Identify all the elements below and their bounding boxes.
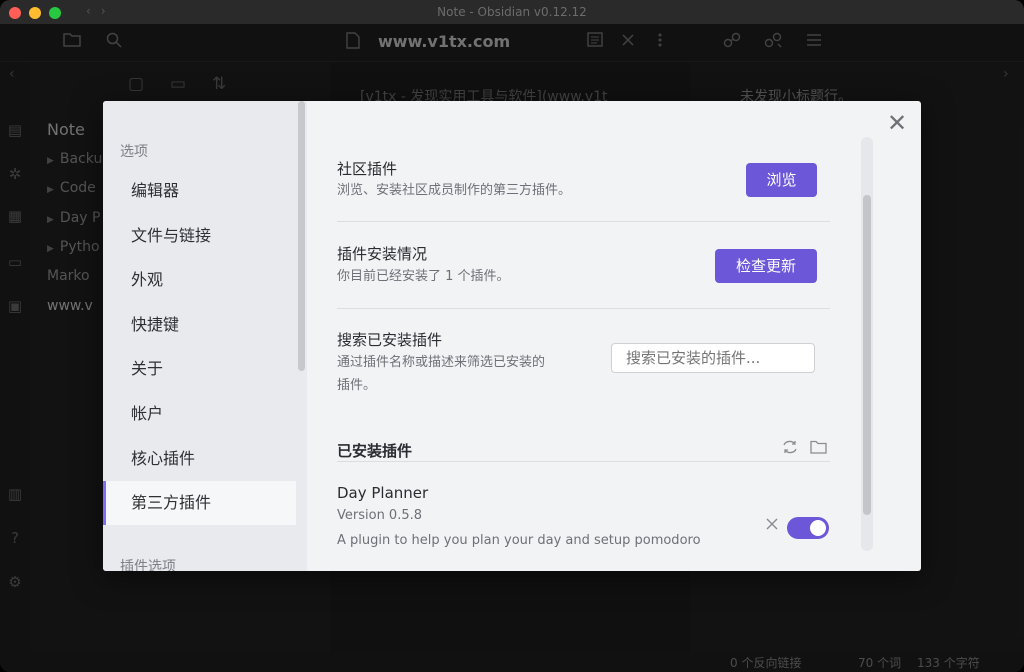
setting-name: 搜索已安装插件 (337, 331, 443, 349)
setting-description-cont: 插件。 (337, 378, 377, 393)
settings-tab-community-plugins[interactable]: 第三方插件 (103, 481, 296, 525)
content-scrollbar[interactable] (861, 137, 873, 551)
setting-description: 浏览、安装社区成员制作的第三方插件。 (337, 183, 572, 198)
setting-name: 插件安装情况 (337, 245, 428, 263)
content-scroll-thumb[interactable] (863, 195, 871, 515)
settings-tab-account[interactable]: 帐户 (103, 392, 296, 436)
toggle-knob (810, 520, 826, 536)
uninstall-plugin-icon[interactable] (764, 515, 780, 535)
setting-community-plugins: 社区插件 浏览、安装社区成员制作的第三方插件。 浏览 (337, 145, 830, 222)
close-modal-button[interactable]: ✕ (885, 109, 909, 137)
options-heading: 选项 (120, 144, 148, 160)
settings-modal: 选项 编辑器 文件与链接 外观 快捷键 关于 帐户 核心插件 第三方插件 插件选… (103, 101, 921, 571)
sidebar-scrollbar[interactable] (296, 101, 307, 571)
settings-tab-hotkeys[interactable]: 快捷键 (103, 303, 296, 347)
search-installed-plugins-input[interactable] (611, 343, 815, 373)
sidebar-scroll-thumb[interactable] (298, 101, 305, 371)
title-bar: ‹› Note - Obsidian v0.12.12 (0, 0, 1024, 24)
browse-button[interactable]: 浏览 (746, 163, 817, 197)
settings-sidebar: 选项 编辑器 文件与链接 外观 快捷键 关于 帐户 核心插件 第三方插件 插件选… (103, 101, 307, 571)
settings-tab-appearance[interactable]: 外观 (103, 258, 296, 302)
plugin-name: Day Planner (337, 484, 429, 502)
section-divider (337, 461, 830, 462)
setting-description: 你目前已经安装了 1 个插件。 (337, 269, 510, 284)
setting-name: 社区插件 (337, 160, 398, 178)
setting-description: 通过插件名称或描述来筛选已安装的 (337, 355, 546, 370)
settings-tab-about[interactable]: 关于 (103, 347, 296, 391)
plugin-options-heading: 插件选项 (120, 559, 176, 571)
check-updates-button[interactable]: 检查更新 (715, 249, 817, 283)
settings-tab-files-links[interactable]: 文件与链接 (103, 214, 296, 258)
reload-plugins-icon[interactable] (781, 440, 799, 458)
setting-installed-status: 插件安装情况 你目前已经安装了 1 个插件。 检查更新 (337, 222, 830, 309)
settings-tab-core-plugins[interactable]: 核心插件 (103, 437, 296, 481)
obsidian-window: ‹› Note - Obsidian v0.12.12 www.v1tx.com (0, 0, 1024, 672)
open-plugins-folder-icon[interactable] (809, 440, 827, 458)
installed-plugins-heading: 已安装插件 (337, 442, 413, 460)
plugin-version: Version 0.5.8 (337, 508, 423, 523)
plugin-enable-toggle[interactable] (787, 517, 829, 539)
settings-content: 社区插件 浏览、安装社区成员制作的第三方插件。 浏览 插件安装情况 你目前已经安… (307, 101, 921, 571)
window-title: Note - Obsidian v0.12.12 (437, 5, 587, 19)
settings-tab-editor[interactable]: 编辑器 (103, 169, 296, 213)
plugin-description: A plugin to help you plan your day and s… (337, 533, 701, 548)
